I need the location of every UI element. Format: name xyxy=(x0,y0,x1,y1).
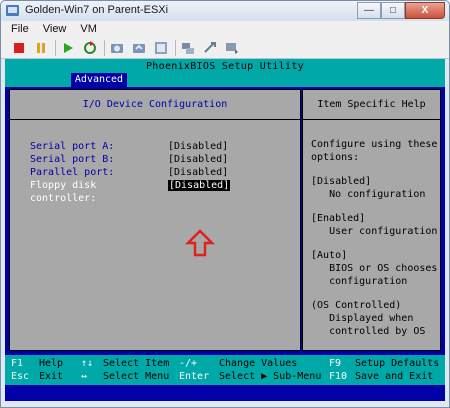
setting-floppy-disk-controller[interactable]: Floppy disk controller: [Disabled] xyxy=(30,179,231,204)
setting-label: Serial port A: xyxy=(30,141,115,152)
key-plus-minus: -/+ xyxy=(179,358,198,369)
key-desc: Help xyxy=(39,358,64,369)
setting-serial-port-a[interactable]: Serial port A: [Disabled] xyxy=(30,140,230,153)
key-updown: ↑↓ xyxy=(81,358,94,369)
stop-icon[interactable] xyxy=(11,40,27,56)
help-title: Item Specific Help xyxy=(303,90,440,120)
key-desc: Save and Exit xyxy=(355,371,434,382)
key-f9: F9 xyxy=(329,358,342,369)
toolbar-separator xyxy=(55,39,56,56)
network-icon[interactable] xyxy=(180,40,196,56)
setting-label: Parallel port: xyxy=(30,167,115,178)
setting-value[interactable]: [Disabled] xyxy=(168,140,228,153)
setting-value[interactable]: [Disabled] xyxy=(168,153,228,166)
key-legend: F1 Help ↑↓ Select Item -/+ Change Values… xyxy=(5,355,445,385)
close-button[interactable]: X xyxy=(405,2,445,19)
console-settings-icon[interactable] xyxy=(224,40,240,56)
toolbar-separator xyxy=(104,39,105,56)
help-paragraph: Configure using these options: xyxy=(311,139,438,163)
menu-bar: File View VM xyxy=(1,21,449,37)
maximize-button[interactable]: □ xyxy=(381,2,405,19)
key-legend-row: F1 Help ↑↓ Select Item -/+ Change Values… xyxy=(5,358,445,371)
reset-icon[interactable] xyxy=(82,40,98,56)
manage-snapshots-icon[interactable] xyxy=(153,40,169,56)
title-bar[interactable]: Golden-Win7 on Parent-ESXi — □ X xyxy=(1,1,449,21)
pause-icon[interactable] xyxy=(33,40,49,56)
key-legend-row: Esc Exit ↔ Select Menu Enter Select ▶ Su… xyxy=(5,371,445,384)
key-f1: F1 xyxy=(11,358,24,369)
key-desc: Select Menu xyxy=(103,371,170,382)
key-desc: Select Item xyxy=(103,358,170,369)
setting-label: Floppy disk controller: xyxy=(30,180,97,204)
help-paragraph: [Auto] BIOS or OS chooses configuration xyxy=(311,250,438,287)
key-f10: F10 xyxy=(329,371,348,382)
menu-file[interactable]: File xyxy=(11,23,29,35)
bios-header: PhoenixBIOS Setup Utility Advanced xyxy=(5,59,445,87)
help-paragraph: [Enabled] User configuration xyxy=(311,213,438,237)
vm-app-icon xyxy=(6,5,19,16)
revert-snapshot-icon[interactable] xyxy=(131,40,147,56)
window-title: Golden-Win7 on Parent-ESXi xyxy=(25,4,169,16)
menu-vm[interactable]: VM xyxy=(80,23,97,35)
key-desc: Exit xyxy=(39,371,64,382)
toolbar xyxy=(1,37,449,59)
key-desc: Setup Defaults xyxy=(355,358,440,369)
help-panel: Item Specific Help Configure using these… xyxy=(302,89,441,351)
setting-serial-port-b[interactable]: Serial port B: [Disabled] xyxy=(30,153,230,166)
setting-parallel-port[interactable]: Parallel port: [Disabled] xyxy=(30,166,230,179)
usb-icon[interactable] xyxy=(202,40,218,56)
setting-value[interactable]: [Disabled] xyxy=(168,166,228,179)
minimize-button[interactable]: — xyxy=(357,2,381,19)
menu-view[interactable]: View xyxy=(43,23,67,35)
help-paragraph: [Disabled] No configuration xyxy=(311,176,426,200)
tab-advanced[interactable]: Advanced xyxy=(71,73,127,87)
section-title: I/O Device Configuration xyxy=(10,90,300,120)
help-text: Configure using these options: [Disabled… xyxy=(311,138,439,349)
play-icon[interactable] xyxy=(60,40,76,56)
key-leftright: ↔ xyxy=(81,371,88,382)
settings-panel: I/O Device Configuration Serial port A: … xyxy=(9,89,301,351)
key-esc: Esc xyxy=(11,371,30,382)
vm-console-window: Golden-Win7 on Parent-ESXi — □ X File Vi… xyxy=(0,0,450,408)
bios-screen[interactable]: PhoenixBIOS Setup Utility Advanced I/O D… xyxy=(5,59,445,401)
key-enter: Enter xyxy=(179,371,210,382)
settings-list: Serial port A: [Disabled] Serial port B:… xyxy=(30,140,231,204)
setting-value-selected[interactable]: [Disabled] xyxy=(168,180,231,191)
key-desc: Select ▶ Sub-Menu xyxy=(219,371,322,382)
help-paragraph: (OS Controlled) Displayed when controlle… xyxy=(311,300,426,337)
up-arrow-icon xyxy=(185,229,215,257)
bios-title: PhoenixBIOS Setup Utility xyxy=(145,61,304,72)
setting-label: Serial port B: xyxy=(30,154,115,165)
snapshot-icon[interactable] xyxy=(109,40,125,56)
toolbar-separator xyxy=(175,39,176,56)
key-desc: Change Values xyxy=(219,358,298,369)
